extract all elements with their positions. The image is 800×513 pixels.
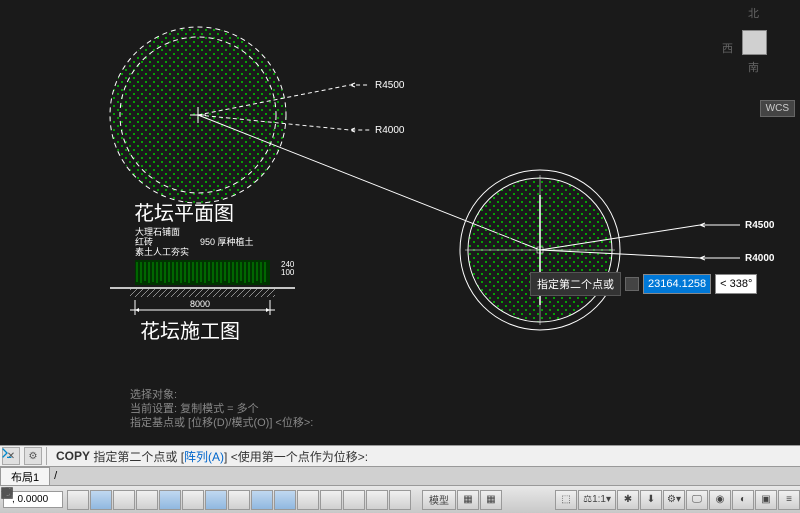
wcs-label[interactable]: WCS xyxy=(760,100,795,117)
radius-label: R4500 xyxy=(745,220,775,231)
layout-next-icon[interactable]: ▦ xyxy=(480,490,502,510)
annoauto-icon[interactable]: ⬇ xyxy=(640,490,662,510)
layout-tab[interactable]: 布局1 xyxy=(0,467,50,486)
section-label: 素土人工夯实 xyxy=(135,246,189,257)
lineweight-icon[interactable] xyxy=(297,490,319,510)
title-text: 花坛施工图 xyxy=(140,320,240,343)
section-dim: 100 xyxy=(281,268,295,277)
viewcube-face[interactable] xyxy=(742,30,767,55)
ducs-icon[interactable] xyxy=(366,490,388,510)
dynamic-input: 指定第二个点或 23164.1258 < 338° xyxy=(530,272,757,296)
ortho-icon[interactable] xyxy=(136,490,158,510)
layout-tabs: 布局1 / xyxy=(0,467,800,485)
command-history: 选择对象: 当前设置: 复制模式 = 多个 指定基点或 [位移(D)/模式(O)… xyxy=(130,388,313,430)
command-line[interactable]: COPY 指定第二个点或 [阵列(A)] <使用第一个点作为位移>: xyxy=(56,448,368,465)
radius-label: R4000 xyxy=(375,125,405,136)
radius-label: R4500 xyxy=(375,80,405,91)
polar-icon[interactable] xyxy=(159,490,181,510)
layout-prev-icon[interactable]: ▦ xyxy=(457,490,479,510)
command-icon xyxy=(0,446,14,460)
section-label: 大理石铺面 xyxy=(135,226,180,237)
section-dim: 8000 xyxy=(190,299,210,309)
isolate-icon[interactable]: ◐ xyxy=(732,490,754,510)
drawing-canvas[interactable]: R4500 R4000 花坛平面图 大理石铺面 红砖 素土人工夯实 950 厚种… xyxy=(0,0,800,440)
dynamic-options-icon[interactable] xyxy=(625,277,639,291)
status-bar: , 0.0000 模型 ▦ ▦ ⬚ ⚖1:1▾ ✱ ⬇ ⚙▾ 🖵 ◉ ◐ ▣ ≡ xyxy=(0,485,800,513)
quickprops-icon[interactable] xyxy=(389,490,411,510)
annovisible-icon[interactable]: ✱ xyxy=(617,490,639,510)
dynamic-distance-input[interactable]: 23164.1258 xyxy=(643,274,711,294)
workspace-icon[interactable]: ⚙▾ xyxy=(663,490,685,510)
viewcube-north: 北 xyxy=(748,5,759,21)
grid-icon[interactable] xyxy=(90,490,112,510)
otrack-icon[interactable] xyxy=(251,490,273,510)
title-text: 花坛平面图 xyxy=(134,202,234,225)
viewcube-south: 南 xyxy=(748,59,759,75)
cleanscreen-icon[interactable]: ▣ xyxy=(755,490,777,510)
radius-label: R4000 xyxy=(745,253,775,264)
viewcube[interactable]: 北 西 南 xyxy=(720,5,790,75)
snap-grid-icon[interactable] xyxy=(113,490,135,510)
iso-icon[interactable] xyxy=(182,490,204,510)
customize-status-icon[interactable]: ≡ xyxy=(778,490,800,510)
cursor-icon[interactable] xyxy=(67,490,89,510)
command-bar: ✕ ⚙ COPY 指定第二个点或 [阵列(A)] <使用第一个点作为位移>: xyxy=(0,445,800,467)
snap3d-icon[interactable] xyxy=(228,490,250,510)
model-button[interactable]: 模型 xyxy=(422,490,456,510)
section-label: 红砖 xyxy=(135,236,153,247)
annoscale-icon[interactable]: ⬚ xyxy=(555,490,577,510)
dynamic-angle-input[interactable]: < 338° xyxy=(715,274,757,294)
section-label: 950 厚种植土 xyxy=(200,236,254,247)
scale-button[interactable]: ⚖1:1▾ xyxy=(578,490,616,510)
cmd-customize-icon[interactable]: ⚙ xyxy=(24,447,42,465)
viewcube-west: 西 xyxy=(722,40,733,56)
selection-cycling-icon[interactable] xyxy=(343,490,365,510)
osnap-icon[interactable] xyxy=(205,490,227,510)
monitor-icon[interactable]: 🖵 xyxy=(686,490,708,510)
transparency-icon[interactable] xyxy=(320,490,342,510)
hardware-icon[interactable]: ◉ xyxy=(709,490,731,510)
dynamic-prompt: 指定第二个点或 xyxy=(530,272,621,296)
dyninput-icon[interactable] xyxy=(274,490,296,510)
